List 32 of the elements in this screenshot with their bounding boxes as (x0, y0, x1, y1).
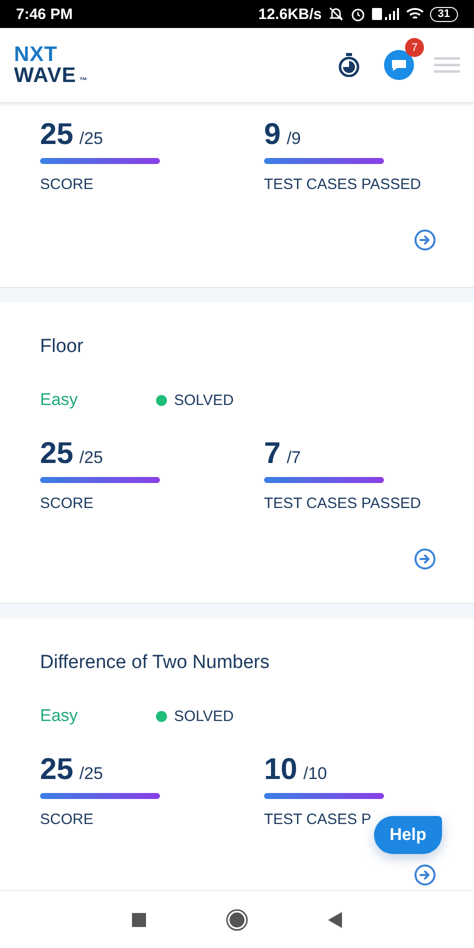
problem-title: Floor (40, 335, 84, 359)
stat-label: SCORE (40, 495, 94, 512)
stat-label: TEST CASES PASSED (264, 495, 421, 512)
score-value: 25 (40, 437, 74, 471)
notification-badge: 7 (405, 38, 424, 57)
logo-text: NXT (14, 44, 58, 65)
score-value: 25 (40, 753, 74, 787)
stat-label: SCORE (40, 176, 94, 193)
network-speed: 12.6KB/s (258, 6, 322, 22)
score-max: /10 (303, 764, 328, 784)
score-value: 9 (264, 118, 281, 152)
difficulty-label: Easy (40, 706, 79, 726)
battery-level: 31 (430, 6, 458, 22)
score-max: /7 (286, 448, 301, 468)
score-max: /25 (79, 129, 104, 149)
status-label: SOLVED (174, 708, 234, 724)
stat-label: TEST CASES P (264, 811, 372, 828)
status-time: 7:46 PM (16, 6, 73, 22)
score-value: 7 (264, 437, 281, 471)
problem-title: Difference of Two Numbers (40, 651, 271, 675)
trademark-mark: ™ (79, 76, 88, 86)
score-value: 25 (40, 118, 74, 152)
stat-label: TEST CASES PASSED (264, 176, 421, 193)
difficulty-label: Easy (40, 390, 79, 410)
score-max: /25 (79, 448, 104, 468)
status-label: SOLVED (174, 392, 234, 408)
stat-label: SCORE (40, 811, 94, 828)
logo-text: WAVE (14, 65, 76, 86)
score-max: /9 (286, 129, 301, 149)
score-max: /25 (79, 764, 104, 784)
help-button[interactable]: Help (374, 816, 442, 854)
score-value: 10 (264, 753, 298, 787)
